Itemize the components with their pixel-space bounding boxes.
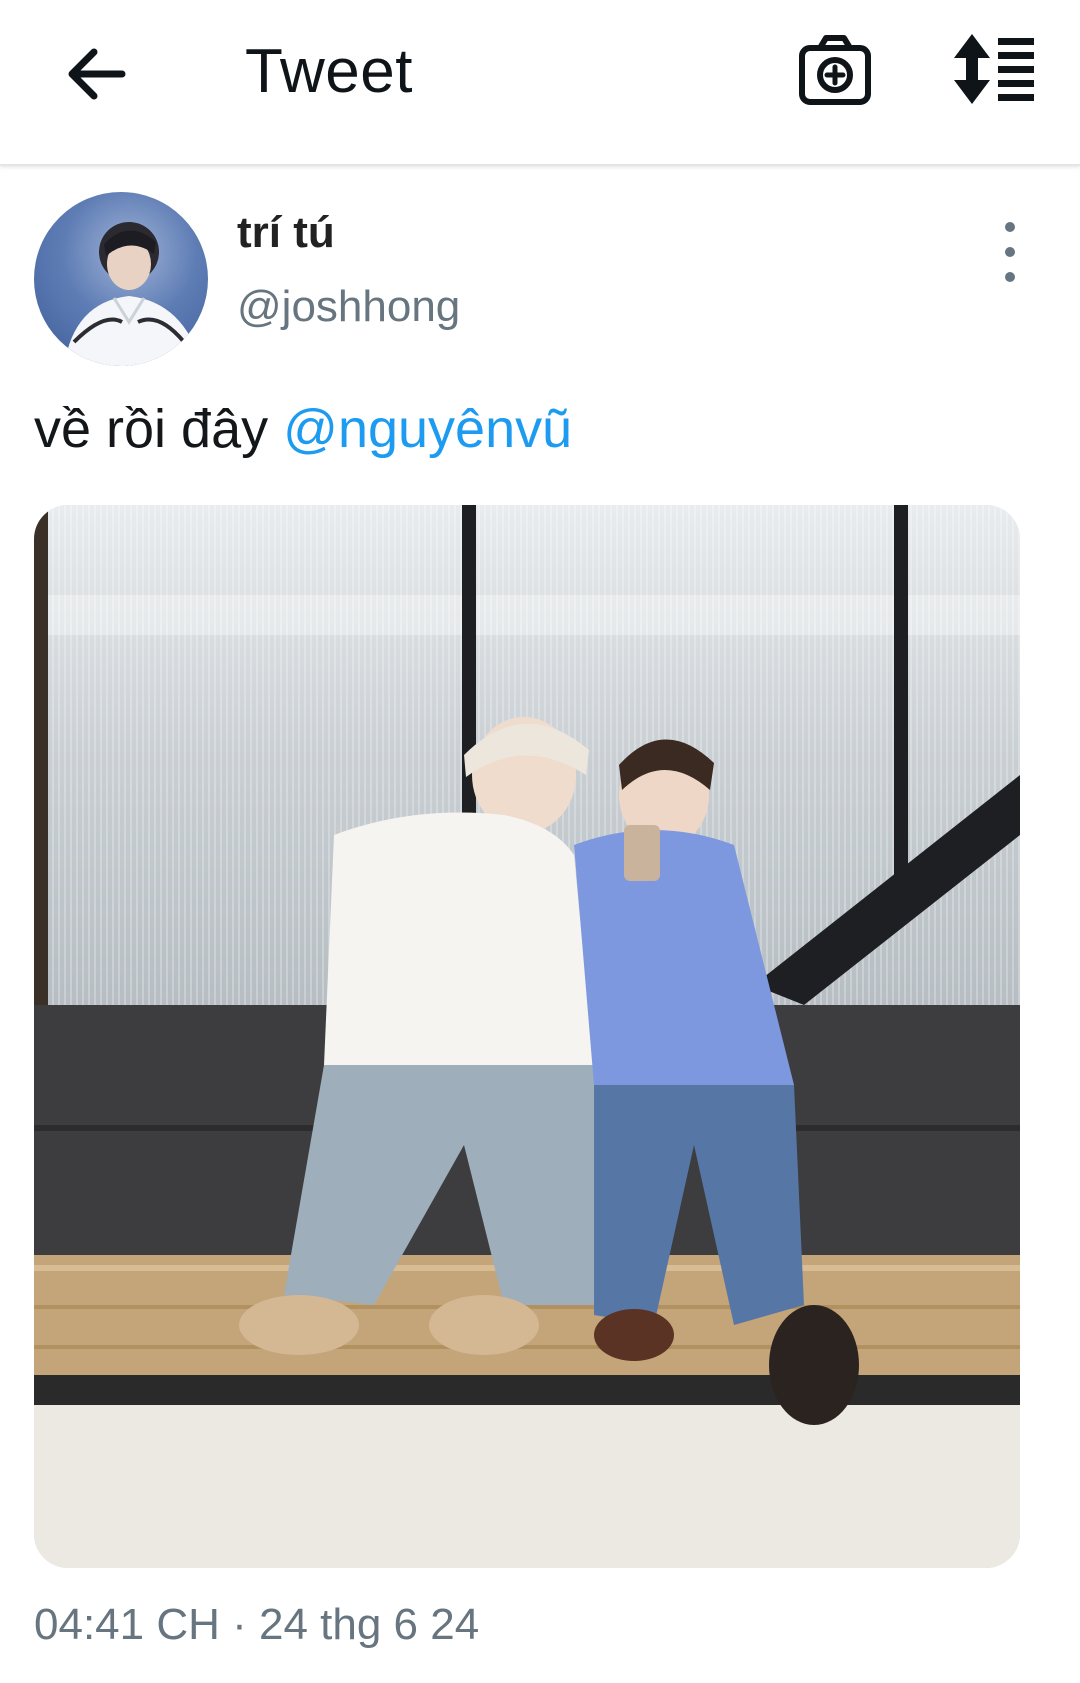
camera-plus-icon xyxy=(799,35,871,105)
tweet-text-body: về rồi đây xyxy=(34,399,284,459)
top-bar: Tweet xyxy=(0,0,1080,166)
mention-link[interactable]: @nguyênvũ xyxy=(283,399,572,459)
page-title: Tweet xyxy=(245,37,413,106)
author-handle[interactable]: @joshhong xyxy=(237,282,460,332)
sort-list-icon xyxy=(954,34,1034,104)
more-vertical-icon xyxy=(1005,222,1015,232)
author-name[interactable]: trí tú xyxy=(237,208,335,258)
avatar-image xyxy=(64,222,202,366)
tweet-text: về rồi đây @nguyênvũ xyxy=(34,398,572,460)
sort-button[interactable] xyxy=(954,34,1044,104)
tweet-photo[interactable] xyxy=(34,505,1020,1568)
tweet-timestamp: 04:41 CH · 24 thg 6 24 xyxy=(34,1600,480,1649)
photo-image xyxy=(34,505,1020,1568)
more-options-button[interactable] xyxy=(990,222,1030,282)
camera-button[interactable] xyxy=(798,30,874,110)
avatar[interactable] xyxy=(34,192,208,366)
arrow-left-icon xyxy=(68,48,126,100)
back-button[interactable] xyxy=(56,34,136,114)
